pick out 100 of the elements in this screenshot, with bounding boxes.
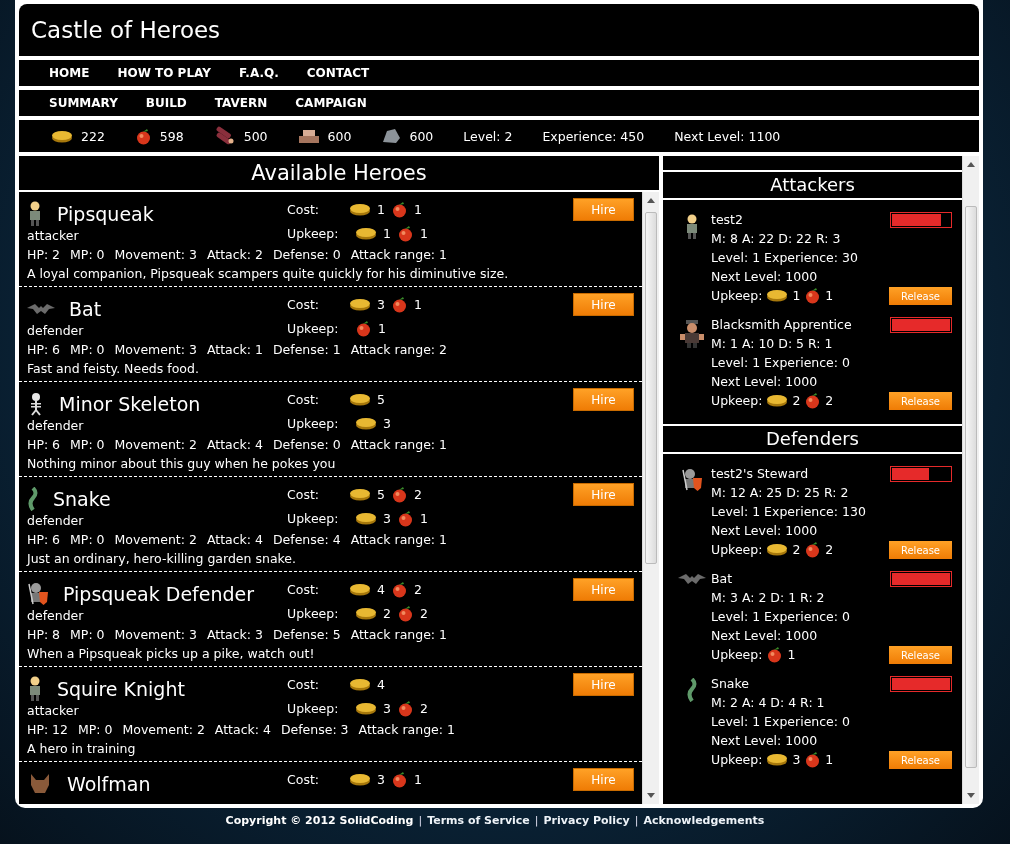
hero-description: Just an ordinary, hero-killing garden snake. — [27, 550, 297, 568]
hire-button[interactable]: Hire — [573, 768, 634, 791]
hero-stat: Movement: 3 — [114, 341, 197, 359]
scroll-down-icon[interactable] — [967, 793, 975, 798]
coin-icon — [766, 394, 789, 407]
resource-amount: 600 — [409, 128, 434, 144]
nav-link[interactable]: CAMPAIGN — [295, 96, 367, 110]
hero-stat: HP: 6 — [27, 436, 61, 454]
amount-text: 4 — [377, 581, 385, 597]
hire-button[interactable]: Hire — [573, 293, 634, 316]
nav-link[interactable]: F.A.Q. — [238, 66, 279, 80]
apple-icon — [390, 295, 408, 313]
bat-icon — [678, 573, 706, 585]
resource-amount: 500 — [243, 128, 268, 144]
upkeep-label: Upkeep: — [711, 541, 763, 559]
armored-figure-icon — [27, 582, 49, 606]
amount-text: 1 — [377, 201, 385, 217]
scroll-up-icon[interactable] — [647, 198, 655, 203]
hero-name: Squire Knight — [57, 678, 185, 700]
coin-icon — [349, 202, 371, 216]
scroll-down-icon[interactable] — [647, 793, 655, 798]
coin-icon — [349, 582, 371, 596]
nav-link[interactable]: CONTACT — [306, 66, 370, 80]
footer-link[interactable]: Privacy Policy — [543, 814, 630, 827]
hero-role: defender — [27, 417, 85, 435]
apple-icon — [396, 509, 414, 527]
hero-stat: Movement: 2 — [114, 531, 197, 549]
hero-name: Wolfman — [67, 773, 151, 795]
hero-stat: Defense: 3 — [280, 721, 349, 739]
nav-link[interactable]: SUMMARY — [49, 96, 118, 110]
cost-label: Cost: — [287, 296, 320, 312]
scrollbar[interactable] — [962, 156, 979, 804]
scrollbar-thumb[interactable] — [645, 212, 657, 564]
resource-amount: 600 — [327, 128, 352, 144]
upkeep-label: Upkeep: — [711, 287, 763, 305]
nav-link[interactable]: TAVERN — [214, 96, 268, 110]
player-stat: Experience: 450 — [542, 128, 645, 144]
release-button[interactable]: Release — [889, 392, 952, 410]
scrollbar-thumb[interactable] — [965, 206, 977, 768]
hero-stat: Attack: 4 — [206, 436, 263, 454]
nav-link[interactable]: HOME — [49, 66, 90, 80]
separator: | — [534, 814, 539, 827]
release-button[interactable]: Release — [889, 646, 952, 664]
upkeep-label: Upkeep: — [711, 751, 763, 769]
amount-text: 1 — [413, 296, 422, 312]
hero-stat: MP: 0 — [70, 626, 105, 644]
hero-stat: HP: 6 — [27, 531, 61, 549]
apple-icon — [355, 319, 372, 337]
hero-stat: MP: 0 — [70, 436, 105, 454]
hire-button[interactable]: Hire — [573, 388, 634, 411]
amount-text: 1 — [413, 201, 422, 217]
coin-icon — [51, 129, 73, 143]
amount-text: 1 — [419, 225, 428, 241]
hero-stat: Attack range: 1 — [350, 246, 447, 264]
hero-stats: M: 2 A: 4 D: 4 R: 1 — [711, 694, 826, 712]
amount-text: 3 — [792, 751, 801, 769]
next-level-text: Next Level: 1000 — [711, 627, 819, 645]
hero-stat: Defense: 4 — [272, 531, 341, 549]
separator: | — [418, 814, 423, 827]
release-button[interactable]: Release — [889, 287, 952, 305]
footer-link[interactable]: Terms of Service — [427, 814, 530, 827]
hero-stat: Movement: 2 — [114, 436, 197, 454]
scrollbar[interactable] — [642, 192, 659, 804]
apple-icon — [390, 200, 408, 218]
coin-icon — [349, 487, 371, 501]
hero-stat: Movement: 3 — [114, 626, 197, 644]
apple-icon — [396, 699, 414, 717]
hero-description: A loyal companion, Pipsqueak scampers quite quickly for his diminutive size. — [27, 265, 510, 283]
amount-text: 2 — [419, 605, 428, 621]
group-title: Defenders — [663, 424, 962, 454]
hero-stat: HP: 12 — [27, 721, 69, 739]
scroll-up-icon[interactable] — [967, 162, 975, 167]
footer-link[interactable]: Acknowledgements — [643, 814, 765, 827]
hire-button[interactable]: Hire — [573, 673, 634, 696]
amount-text: 3 — [377, 296, 385, 312]
hire-button[interactable]: Hire — [573, 483, 634, 506]
hero-stat: HP: 8 — [27, 626, 61, 644]
next-level-text: Next Level: 1000 — [711, 732, 819, 750]
release-button[interactable]: Release — [889, 541, 952, 559]
hero-stat: MP: 0 — [70, 341, 105, 359]
coin-icon — [355, 511, 377, 525]
release-button[interactable]: Release — [889, 751, 952, 769]
hero-name: Snake — [53, 488, 111, 510]
amount-text: 1 — [419, 510, 428, 526]
snake-icon — [27, 487, 39, 511]
hire-button[interactable]: Hire — [573, 578, 634, 601]
hero-stat: Attack range: 1 — [350, 626, 447, 644]
hero-stat: Attack range: 1 — [350, 436, 447, 454]
amount-text: 2 — [792, 541, 801, 559]
nav-link[interactable]: BUILD — [145, 96, 187, 110]
upkeep-label: Upkeep: — [287, 700, 340, 716]
coin-icon — [349, 392, 371, 406]
coin-icon — [349, 677, 371, 691]
resource-amount: 222 — [81, 128, 105, 144]
hero-stat: Attack: 3 — [206, 626, 263, 644]
hire-button[interactable]: Hire — [573, 198, 634, 221]
amount-text: 2 — [413, 486, 422, 502]
amount-text: 5 — [377, 391, 385, 407]
panel-title: Available Heroes — [19, 156, 659, 192]
nav-link[interactable]: HOW TO PLAY — [117, 66, 211, 80]
